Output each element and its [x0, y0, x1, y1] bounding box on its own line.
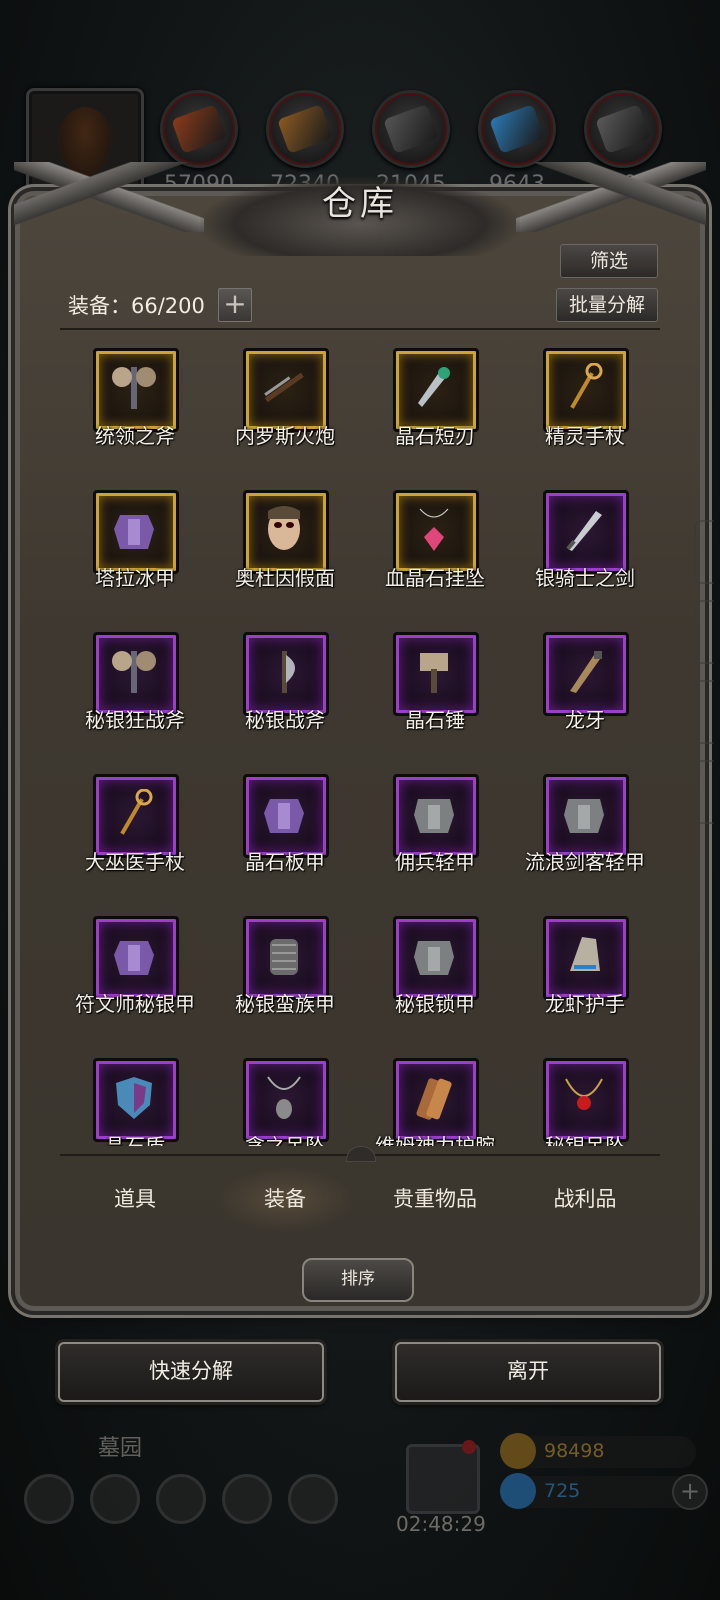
- inventory-item[interactable]: 符文师秘银甲: [60, 904, 210, 1048]
- quick-decompose-button[interactable]: 快速分解: [58, 1342, 324, 1402]
- gift-timer: 02:48:29: [396, 1512, 486, 1536]
- team-icon[interactable]: [156, 1474, 206, 1524]
- gift-box-icon[interactable]: [406, 1444, 480, 1514]
- divider: [60, 328, 660, 330]
- item-name: 佣兵轻甲: [395, 850, 475, 874]
- panel-title: 仓库: [322, 184, 398, 224]
- inventory-item[interactable]: 统领之斧: [60, 336, 210, 480]
- gem-bar: 725: [500, 1473, 696, 1509]
- stone-icon: [372, 90, 450, 168]
- item-name: 流浪剑客轻甲: [525, 850, 645, 874]
- item-name: 塔拉冰甲: [95, 566, 175, 590]
- mail-icon[interactable]: [222, 1474, 272, 1524]
- inventory-item[interactable]: 银骑士之剑: [510, 478, 660, 622]
- item-name: 大巫医手杖: [85, 850, 185, 874]
- inventory-item[interactable]: 内罗斯火炮: [210, 336, 360, 480]
- item-name: 血晶石挂坠: [385, 566, 485, 590]
- inventory-item[interactable]: 晶石短刃: [360, 336, 510, 480]
- notification-dot: [462, 1440, 476, 1454]
- skill-icon[interactable]: [90, 1474, 140, 1524]
- item-name: 贪之吊坠: [245, 1134, 325, 1146]
- item-name: 龙牙: [565, 708, 605, 732]
- settings-icon[interactable]: [24, 1474, 74, 1524]
- background-hud: 墓园 02:48:29 98498 725 +: [0, 1420, 720, 1600]
- gem-icon: [500, 1473, 536, 1509]
- collapse-handle-icon[interactable]: [346, 1146, 376, 1162]
- item-name: 晶石短刃: [395, 424, 475, 448]
- wood-icon: [266, 90, 344, 168]
- item-name: 晶石盾: [105, 1134, 165, 1146]
- inventory-item[interactable]: 秘银战斧: [210, 620, 360, 764]
- gold-icon: [500, 1433, 536, 1469]
- item-name: 晶石板甲: [245, 850, 325, 874]
- leave-button[interactable]: 离开: [395, 1342, 661, 1402]
- filter-button[interactable]: 筛选: [560, 244, 658, 278]
- item-name: 秘银蛮族甲: [235, 992, 335, 1016]
- inventory-item[interactable]: 龙虾护手: [510, 904, 660, 1048]
- inventory-item[interactable]: 血晶石挂坠: [360, 478, 510, 622]
- side-tab[interactable]: [694, 600, 714, 664]
- frame-ornament-left: [14, 162, 204, 232]
- item-name: 秘银战斧: [245, 708, 325, 732]
- side-tab[interactable]: [694, 520, 714, 584]
- item-name: 精灵手杖: [545, 424, 625, 448]
- title-plate: 仓库: [200, 176, 520, 256]
- item-name: 银骑士之剑: [535, 566, 635, 590]
- inventory-item[interactable]: 塔拉冰甲: [60, 478, 210, 622]
- inventory-item[interactable]: 龙牙: [510, 620, 660, 764]
- gold-bar: 98498: [500, 1433, 696, 1469]
- gold-value: 98498: [544, 1440, 605, 1462]
- meat-icon: [160, 90, 238, 168]
- inventory-item[interactable]: 精灵手杖: [510, 336, 660, 480]
- capacity-label: 装备：66/200: [68, 294, 205, 318]
- inventory-item[interactable]: 贪之吊坠: [210, 1046, 360, 1146]
- tab-2[interactable]: 贵重物品: [360, 1164, 510, 1234]
- area-name: 墓园: [98, 1436, 143, 1461]
- side-tab[interactable]: [694, 680, 714, 744]
- item-name: 晶石锤: [405, 708, 465, 732]
- inventory-item[interactable]: 大巫医手杖: [60, 762, 210, 906]
- inventory-item[interactable]: 流浪剑客轻甲: [510, 762, 660, 906]
- inventory-item[interactable]: 秘银蛮族甲: [210, 904, 360, 1048]
- frame-ornament-right: [516, 162, 706, 232]
- inventory-item[interactable]: 晶石锤: [360, 620, 510, 764]
- warehouse-panel: 仓库 筛选 批量分解 装备：66/200 + 统领之斧 内罗斯火炮 晶石短刃 精灵手杖…: [14, 162, 706, 1306]
- item-grid[interactable]: 统领之斧 内罗斯火炮 晶石短刃 精灵手杖塔拉冰甲 奥杜因假面 血晶石挂坠 银骑士之剑秘银狂战…: [60, 336, 660, 1146]
- item-name: 维姆神力护腕: [375, 1134, 495, 1146]
- expand-capacity-button[interactable]: +: [218, 288, 252, 322]
- item-name: 龙虾护手: [545, 992, 625, 1016]
- iron-icon: [584, 90, 662, 168]
- category-tabs: 道具 装备 贵重物品 战利品: [60, 1164, 660, 1234]
- item-name: 秘银锁甲: [395, 992, 475, 1016]
- item-name: 统领之斧: [95, 424, 175, 448]
- gem-value: 725: [544, 1480, 581, 1502]
- item-name: 秘银吊坠: [545, 1134, 625, 1146]
- crystal-icon: [478, 90, 556, 168]
- item-name: 内罗斯火炮: [235, 424, 335, 448]
- tab-1[interactable]: 装备: [210, 1164, 360, 1234]
- batch-decompose-button[interactable]: 批量分解: [556, 288, 658, 322]
- item-name: 秘银狂战斧: [85, 708, 185, 732]
- inventory-item[interactable]: 秘银锁甲: [360, 904, 510, 1048]
- inventory-item[interactable]: 奥杜因假面: [210, 478, 360, 622]
- inventory-item[interactable]: 晶石板甲: [210, 762, 360, 906]
- sort-button[interactable]: 排序: [302, 1258, 414, 1302]
- inventory-item[interactable]: 维姆神力护腕: [360, 1046, 510, 1146]
- inventory-item[interactable]: 秘银吊坠: [510, 1046, 660, 1146]
- inventory-item[interactable]: 佣兵轻甲: [360, 762, 510, 906]
- tab-3[interactable]: 战利品: [510, 1164, 660, 1234]
- map-icon[interactable]: [288, 1474, 338, 1524]
- tab-0[interactable]: 道具: [60, 1164, 210, 1234]
- inventory-item[interactable]: 秘银狂战斧: [60, 620, 210, 764]
- item-name: 符文师秘银甲: [75, 992, 195, 1016]
- add-currency-button[interactable]: +: [672, 1474, 708, 1510]
- side-tab[interactable]: [694, 760, 714, 824]
- inventory-item[interactable]: 晶石盾: [60, 1046, 210, 1146]
- item-name: 奥杜因假面: [235, 566, 335, 590]
